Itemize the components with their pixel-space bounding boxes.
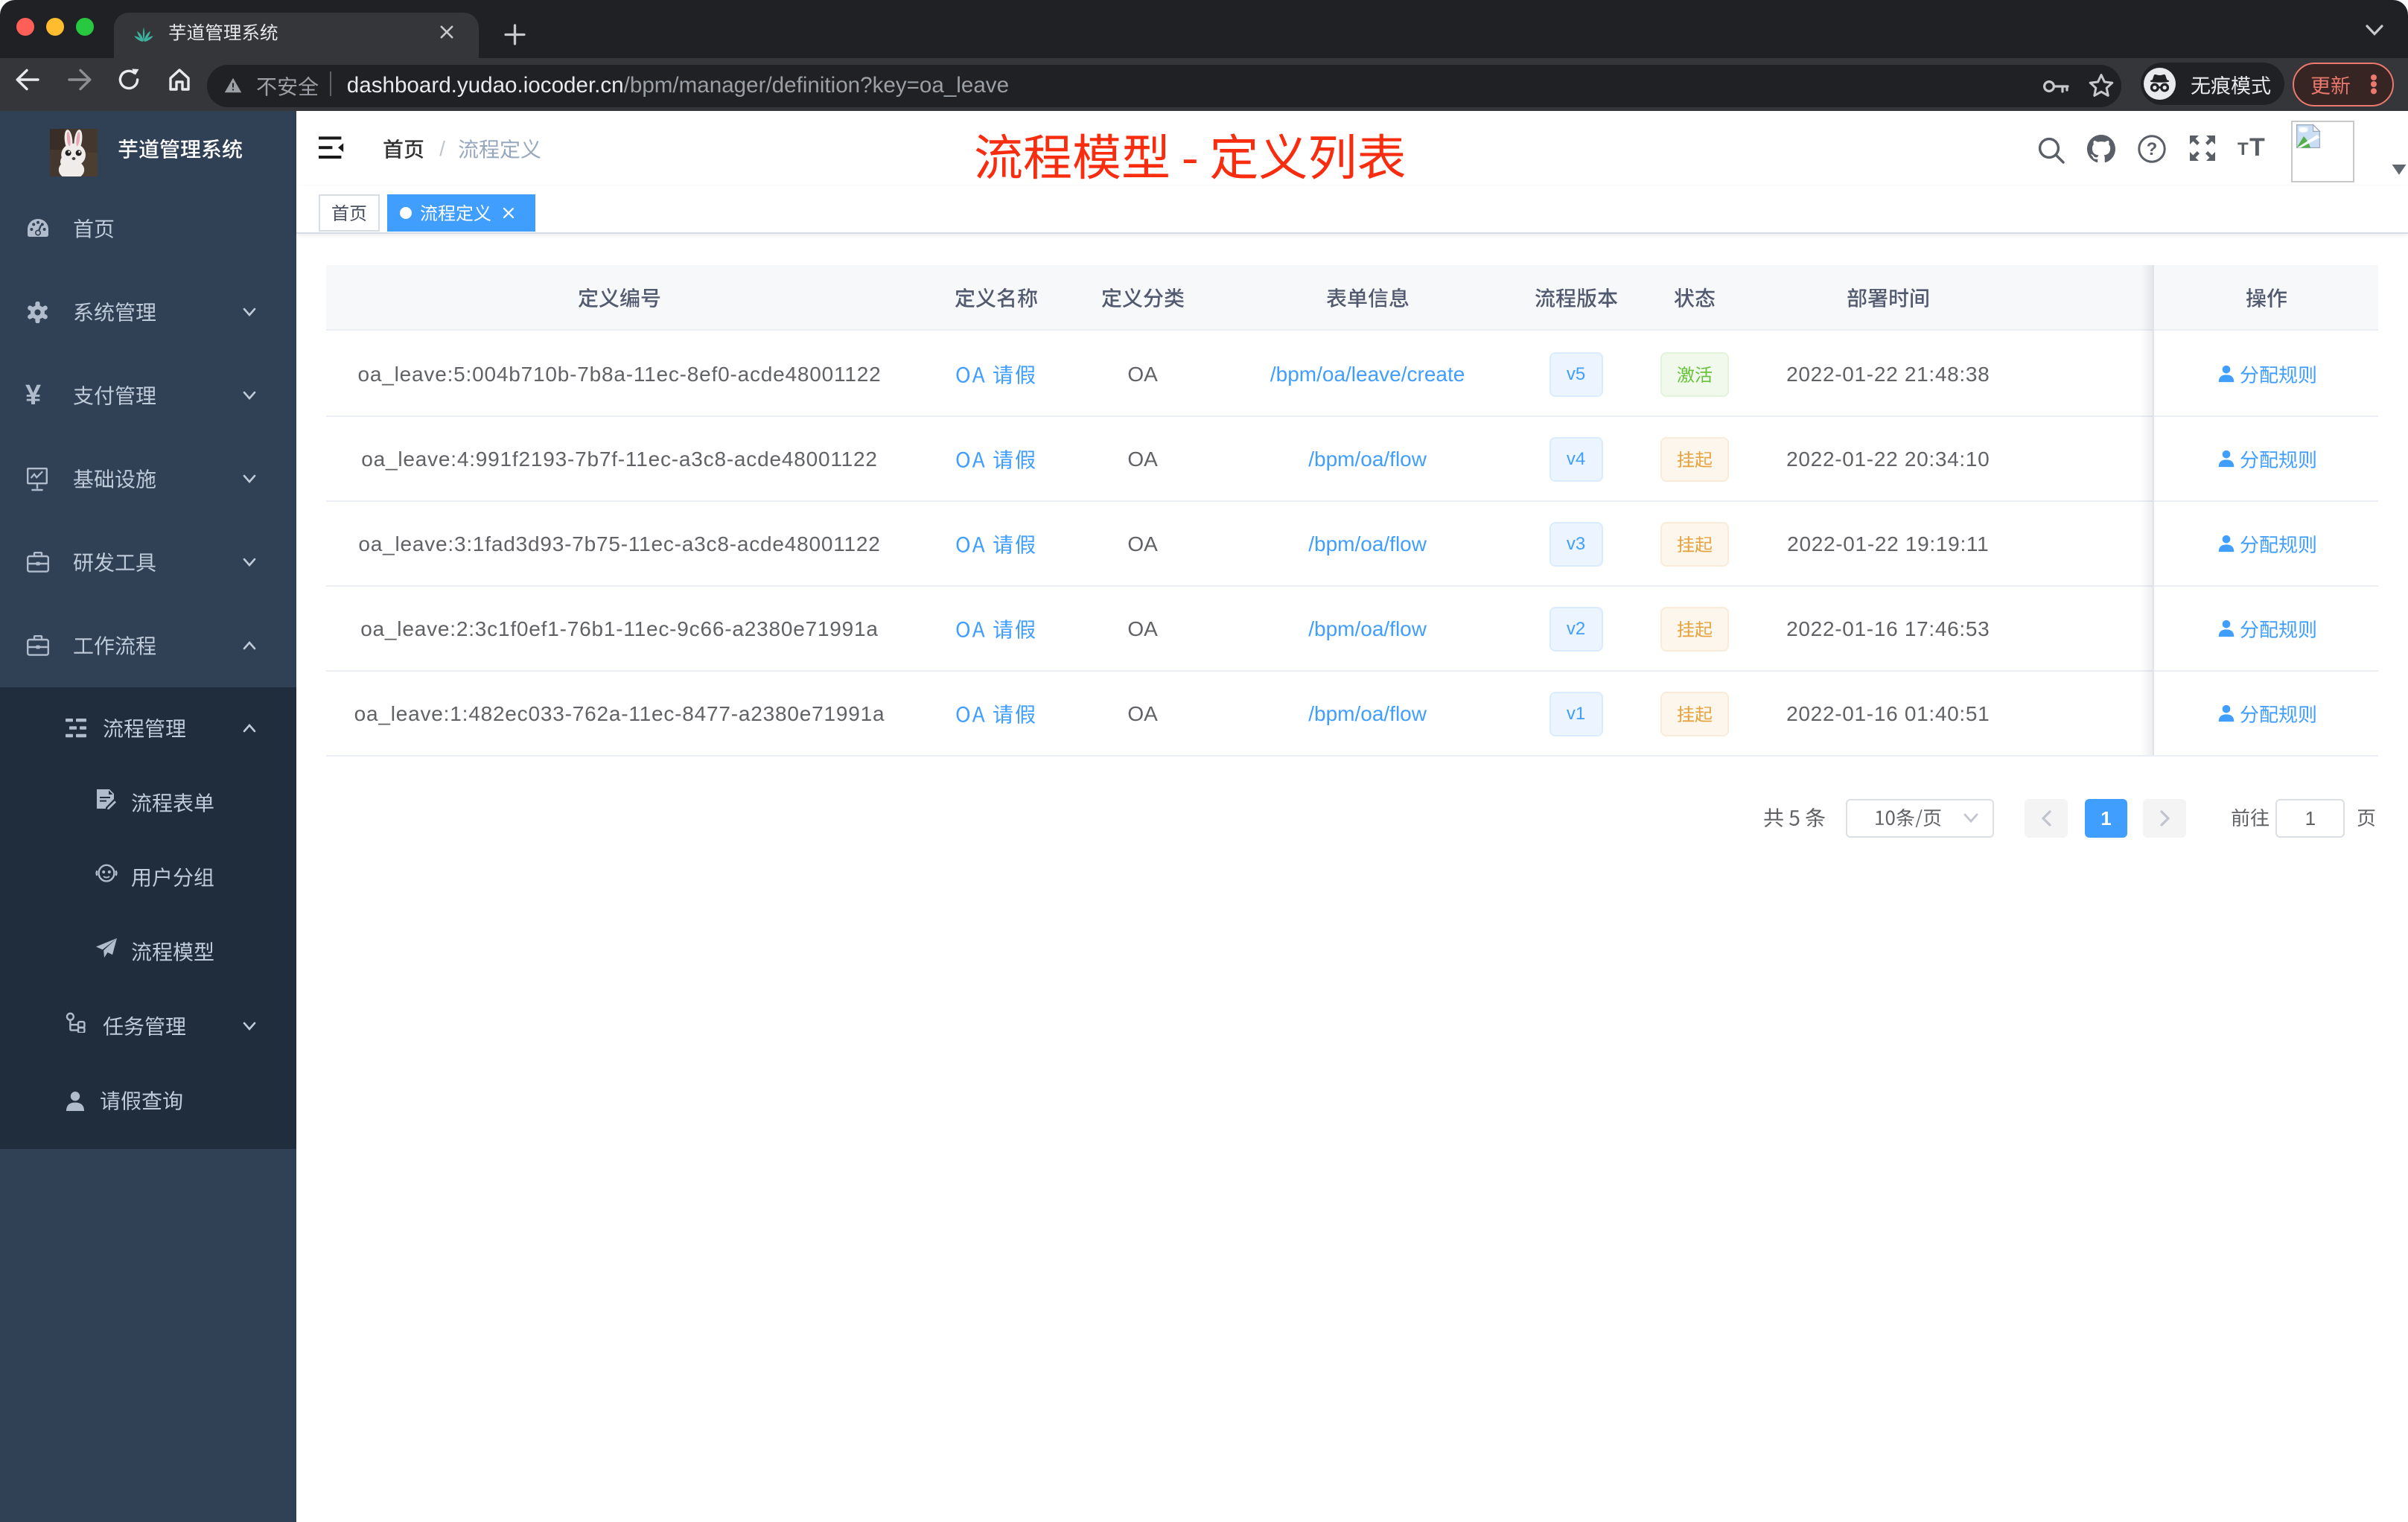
svg-text:?: ? — [2146, 139, 2157, 159]
